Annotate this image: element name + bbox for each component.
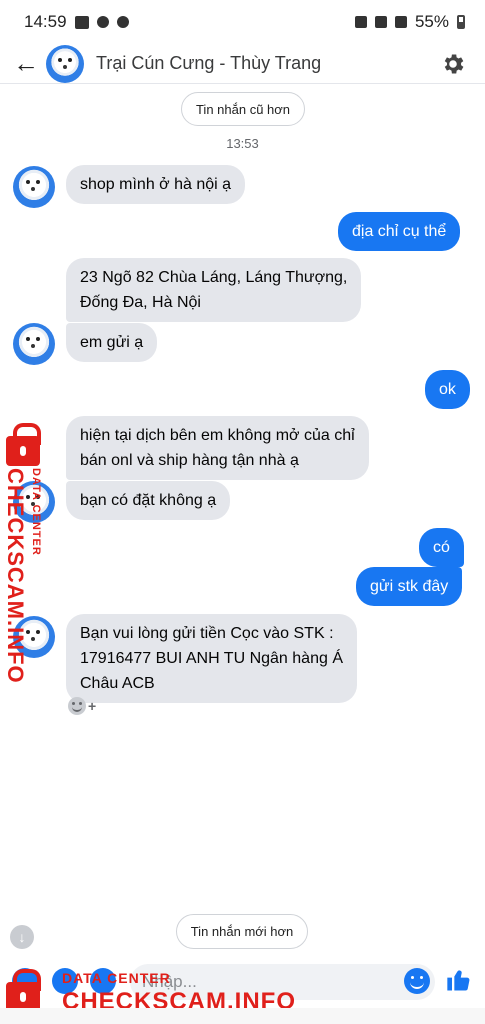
chat-header: ← Trại Cún Cưng - Thùy Trang	[0, 44, 485, 84]
message-outgoing[interactable]: ok	[425, 370, 470, 409]
page-title[interactable]: Trại Cún Cưng - Thùy Trang	[96, 53, 435, 74]
thumbs-up-icon	[447, 970, 470, 991]
like-button[interactable]	[444, 966, 474, 996]
plus-icon: +	[88, 698, 97, 714]
watermark: DATA CENTER CHECKSCAM.INFO	[2, 423, 50, 684]
scroll-down-button[interactable]: ↓	[10, 925, 34, 949]
message-outgoing[interactable]: địa chỉ cụ thể	[338, 212, 461, 251]
emoji-button[interactable]	[404, 968, 430, 994]
smile-icon	[68, 697, 86, 715]
avatar[interactable]	[46, 44, 84, 83]
notification-icon	[116, 16, 129, 28]
arrow-down-icon: ↓	[18, 929, 26, 945]
message-outgoing[interactable]: gửi stk đây	[356, 567, 463, 606]
message-incoming[interactable]: 23 Ngõ 82 Chùa Láng, Láng Thượng, Đống Đ…	[66, 258, 362, 322]
system-nav-bar	[0, 1008, 485, 1024]
message-incoming[interactable]: shop mình ở hà nội ạ	[66, 165, 246, 204]
gear-icon	[444, 53, 464, 74]
wifi-icon	[374, 16, 387, 28]
settings-button[interactable]	[435, 46, 471, 82]
mute-icon	[354, 16, 367, 28]
signal-icon	[394, 16, 407, 28]
message-incoming[interactable]: hiện tại dịch bên em không mở của chỉ bá…	[66, 416, 369, 480]
back-button[interactable]: ←	[8, 46, 44, 82]
clock: 14:59	[24, 12, 67, 31]
messenger-icon	[96, 16, 109, 28]
timestamp: 13:53	[226, 136, 259, 151]
message-incoming[interactable]: Bạn vui lòng gửi tiền Cọc vào STK : 1791…	[66, 614, 357, 703]
status-bar: 14:59 55%	[0, 0, 485, 44]
lock-icon	[6, 423, 41, 466]
avatar[interactable]	[13, 166, 55, 208]
battery-icon	[457, 15, 465, 29]
message-incoming[interactable]: bạn có đặt không ạ	[66, 481, 231, 520]
battery-level: 55%	[414, 12, 449, 31]
message-outgoing[interactable]: có	[419, 528, 464, 567]
gallery-icon	[74, 15, 89, 29]
arrow-left-icon: ←	[13, 48, 39, 78]
add-reaction-button[interactable]: +	[68, 697, 96, 715]
message-incoming[interactable]: em gửi ạ	[66, 323, 158, 362]
avatar[interactable]	[13, 323, 55, 365]
newer-messages-button[interactable]: Tin nhắn mới hơn	[176, 914, 308, 949]
older-messages-button[interactable]: Tin nhắn cũ hơn	[181, 92, 305, 126]
